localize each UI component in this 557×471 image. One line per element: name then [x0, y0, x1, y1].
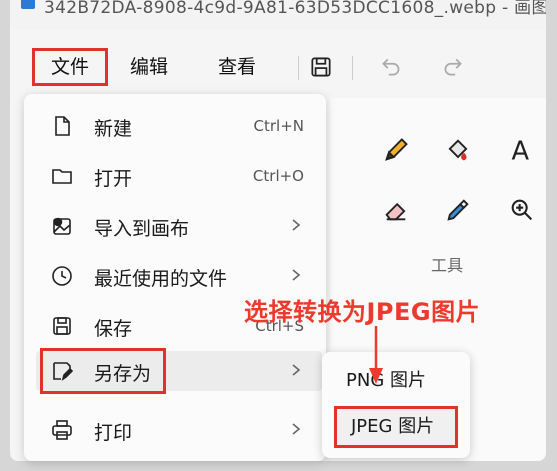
menu-item-open[interactable]: 打开 Ctrl+O	[36, 156, 322, 196]
import-image-icon	[53, 217, 71, 235]
save-icon	[53, 317, 71, 335]
save-as-highlight-box	[40, 348, 166, 394]
menu-item-import-to-canvas[interactable]: 导入到画布	[36, 206, 322, 246]
paint-app-icon	[21, 0, 35, 9]
printer-icon	[52, 420, 72, 440]
fill-bucket-icon[interactable]	[444, 136, 472, 164]
menu-item-print[interactable]: 打印	[36, 410, 322, 450]
eraser-icon[interactable]	[382, 196, 410, 224]
redo-icon[interactable]	[440, 54, 466, 80]
svg-text:A: A	[512, 136, 530, 164]
file-menu-dropdown: 新建 Ctrl+N 打开 Ctrl+O 导入到画布 最近使用的文件 保存 Ctr…	[24, 94, 326, 461]
submenu-item-jpeg[interactable]: JPEG 图片	[334, 406, 458, 448]
undo-icon[interactable]	[378, 54, 404, 80]
menu-item-label: 保存	[94, 318, 133, 340]
menu-bar: 文件 编辑 查看	[10, 44, 546, 94]
submenu-item-png[interactable]: PNG 图片	[330, 360, 462, 402]
menu-divider	[352, 56, 353, 80]
menu-item-label: 打印	[94, 422, 133, 444]
text-tool-icon[interactable]: A	[508, 136, 536, 164]
chevron-right-icon	[292, 269, 301, 281]
menu-item-label: 打开	[94, 168, 133, 190]
menu-item-label: 新建	[94, 118, 133, 140]
menu-item-shortcut: Ctrl+O	[252, 167, 304, 185]
pencil-icon[interactable]	[382, 136, 410, 164]
tools-group-label: 工具	[431, 256, 464, 275]
chevron-right-icon	[292, 364, 301, 376]
window-title: 342B72DA-8908-4c9d-9A81-63D53DCC1608_.we…	[44, 0, 546, 18]
menu-item-label: 最近使用的文件	[94, 268, 228, 290]
color-picker-icon[interactable]	[444, 196, 472, 224]
save-icon[interactable]	[308, 54, 334, 80]
menu-item-new[interactable]: 新建 Ctrl+N	[36, 106, 322, 146]
menu-item-label: 导入到画布	[94, 218, 190, 240]
folder-icon	[52, 169, 72, 184]
menu-divider	[298, 56, 299, 80]
tutorial-annotation: 选择转换为JPEG图片	[244, 298, 481, 326]
edit-menu-button[interactable]: 编辑	[120, 48, 178, 86]
menu-item-shortcut: Ctrl+N	[253, 117, 304, 135]
save-as-submenu: PNG 图片 JPEG 图片	[322, 352, 470, 458]
magnifier-icon[interactable]	[508, 196, 536, 224]
annotation-arrow-icon	[369, 326, 383, 384]
title-bar: 342B72DA-8908-4c9d-9A81-63D53DCC1608_.we…	[10, 0, 546, 30]
chevron-right-icon	[292, 219, 301, 231]
chevron-right-icon	[292, 423, 301, 435]
clock-icon	[52, 266, 72, 286]
view-menu-button[interactable]: 查看	[208, 48, 266, 86]
menu-item-recent-files[interactable]: 最近使用的文件	[36, 256, 322, 296]
file-menu-button[interactable]: 文件	[32, 48, 108, 86]
new-file-icon	[55, 116, 70, 136]
